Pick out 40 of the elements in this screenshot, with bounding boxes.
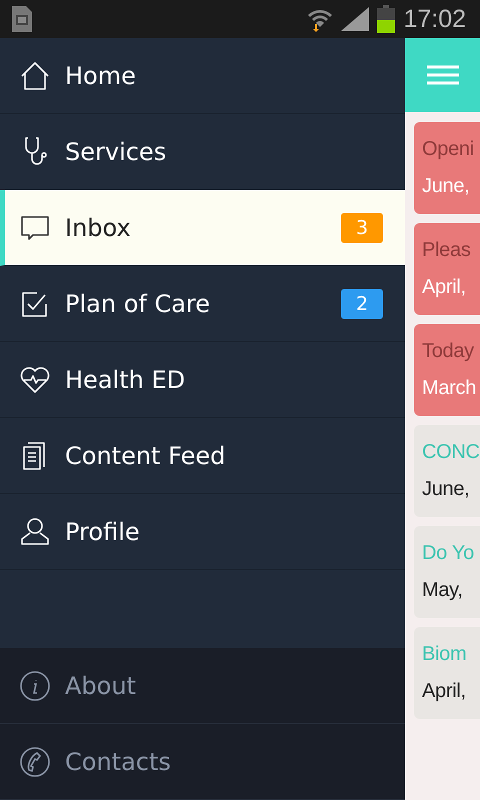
menu-label: About	[65, 672, 137, 700]
message-card[interactable]: Biom April,	[414, 627, 480, 719]
home-icon	[19, 60, 51, 92]
menu-label: Health ED	[65, 366, 186, 394]
menu-label: Profile	[65, 518, 141, 546]
menu-label: Contacts	[65, 748, 172, 776]
card-date: March	[422, 377, 478, 400]
menu-label: Inbox	[65, 214, 132, 242]
count-badge: 2	[341, 288, 383, 318]
menu-item[interactable]: Content Feed	[0, 418, 405, 494]
signal-icon	[341, 7, 370, 31]
card-title: CONC	[422, 441, 480, 464]
menu-label: Services	[65, 138, 168, 166]
menu-label: Home	[65, 62, 137, 90]
card-date: June,	[422, 478, 470, 501]
card-title: Do Yo	[422, 542, 475, 565]
card-title: Pleas	[422, 239, 472, 262]
card-title: Today	[422, 340, 475, 363]
clock-time: 17:02	[403, 4, 466, 34]
card-title: Biom	[422, 643, 468, 666]
card-title: Openi	[422, 138, 475, 161]
menu-item[interactable]: Plan of Care 2	[0, 266, 405, 342]
card-date: April,	[422, 680, 467, 703]
card-date: April,	[422, 276, 467, 299]
person-icon	[19, 516, 51, 548]
info-icon	[19, 670, 51, 702]
count-badge: 3	[341, 212, 383, 242]
message-card[interactable]: CONC June,	[414, 425, 480, 517]
card-date: June,	[422, 175, 470, 198]
message-card[interactable]: Do Yo May,	[414, 526, 480, 618]
card-date: May,	[422, 579, 464, 602]
menu-label: Content Feed	[65, 442, 226, 470]
battery-icon	[377, 5, 396, 33]
menu-item[interactable]: About	[0, 648, 405, 724]
sim-card-icon	[10, 4, 34, 34]
menu-icon[interactable]	[427, 65, 459, 85]
menu-item[interactable]: Inbox 3	[0, 190, 405, 266]
phone-icon	[19, 746, 51, 778]
menu-item[interactable]: Contacts	[0, 724, 405, 800]
menu-label: Plan of Care	[65, 290, 212, 318]
